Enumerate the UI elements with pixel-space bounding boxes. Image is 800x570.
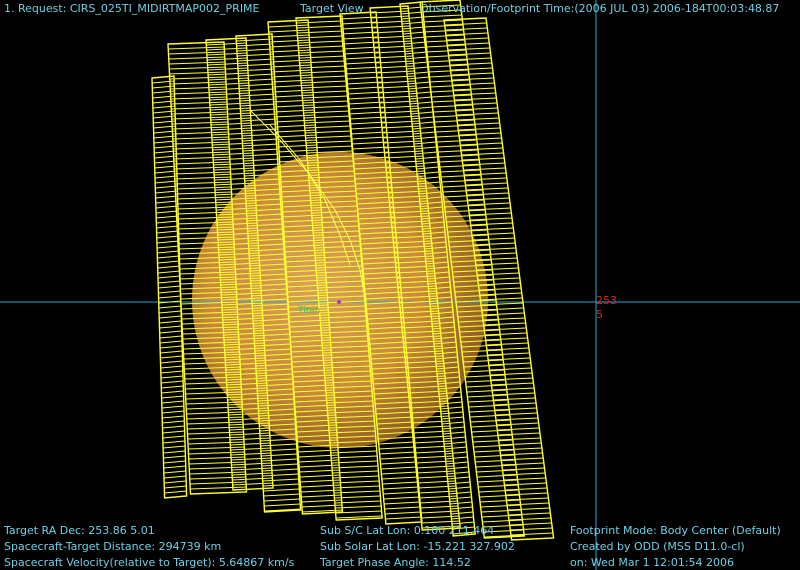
observation-time: Observation/Footprint Time:(2006 JUL 03)…: [420, 2, 780, 15]
spacecraft-target-distance: Spacecraft-Target Distance: 294739 km: [4, 540, 222, 553]
creation-date: on: Wed Mar 1 12:01:54 2006: [570, 556, 735, 569]
footprint-view[interactable]: [0, 0, 800, 570]
target-phase-angle: Target Phase Angle: 114.52: [320, 556, 471, 569]
dec-marker: 5: [596, 308, 603, 321]
sub-spacecraft-point: [337, 300, 341, 304]
created-by: Created by ODD (MSS D11.0-cl): [570, 540, 745, 553]
ra-marker: 253: [596, 294, 617, 307]
sub-spacecraft-lat-lon: Sub S/C Lat Lon: 0.100 211.464: [320, 524, 495, 537]
view-label: Target View: [300, 2, 364, 15]
target-ra-dec: Target RA Dec: 253.86 5.01: [4, 524, 155, 537]
footprint-mode: Footprint Mode: Body Center (Default): [570, 524, 781, 537]
target-center-label: Titan: [298, 306, 321, 316]
sub-solar-lat-lon: Sub Solar Lat Lon: -15.221 327.902: [320, 540, 515, 553]
request-label: 1. Request: CIRS_025TI_MIDIRTMAP002_PRIM…: [4, 2, 260, 15]
spacecraft-velocity: Spacecraft Velocity(relative to Target):…: [4, 556, 295, 569]
